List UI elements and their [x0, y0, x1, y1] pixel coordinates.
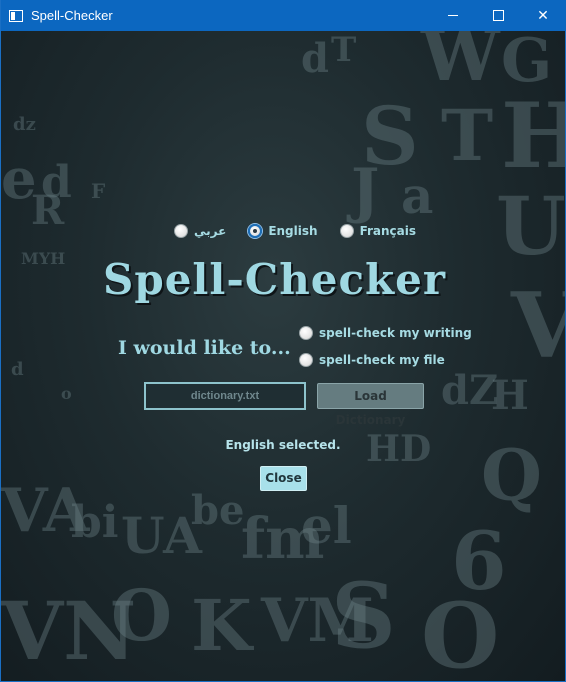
background-letter: be — [191, 487, 245, 534]
main-panel: d T W G S T H J a U V dz e d R F MYH d o… — [1, 31, 565, 681]
background-letter: d — [11, 359, 24, 380]
background-letter: el — [301, 496, 352, 555]
language-radio-french[interactable] — [339, 224, 354, 238]
background-letter: H — [491, 372, 529, 419]
page-title: Spell-Checker — [103, 255, 446, 304]
background-letter: H — [501, 83, 565, 189]
background-letter: K — [191, 584, 252, 667]
minimize-button[interactable] — [430, 0, 476, 31]
option-label-file: spell-check my file — [319, 353, 445, 367]
background-letter: V — [511, 273, 565, 379]
background-letter: d — [301, 35, 329, 82]
window-title: Spell-Checker — [31, 8, 113, 23]
background-letter: S — [331, 563, 396, 669]
background-letter: dz — [13, 114, 36, 135]
load-dictionary-button[interactable]: Load Dictionary — [317, 383, 424, 427]
option-spell-check-writing[interactable]: spell-check my writing — [299, 326, 472, 340]
language-radio-english[interactable] — [248, 224, 263, 238]
background-letter: W — [421, 31, 500, 97]
background-letter: U — [496, 179, 565, 273]
language-label-arabic: عربي — [194, 224, 227, 238]
language-radio-arabic[interactable] — [174, 224, 188, 238]
option-radio-writing[interactable] — [299, 326, 313, 340]
background-letter: J — [351, 156, 380, 226]
background-letter: T — [331, 31, 357, 70]
close-button[interactable]: Close — [260, 466, 307, 491]
option-radio-file[interactable] — [299, 353, 313, 367]
background-letter: dZ — [441, 367, 499, 414]
background-letter: MYH — [21, 249, 66, 268]
close-window-button[interactable]: ✕ — [520, 0, 566, 31]
background-letter: G — [501, 31, 553, 96]
language-label-french: Français — [359, 224, 417, 238]
app-window: Spell-Checker ✕ d T W G S T H J a U V dz… — [0, 0, 566, 682]
background-letter: F — [91, 179, 106, 203]
close-icon: ✕ — [537, 7, 549, 23]
action-prompt: I would like to... — [118, 337, 291, 359]
language-option-english[interactable]: English — [248, 224, 318, 238]
background-letter: T — [441, 94, 494, 177]
title-bar[interactable]: Spell-Checker ✕ — [1, 0, 566, 31]
dictionary-field[interactable]: dictionary.txt — [144, 382, 306, 410]
background-letter: a — [401, 166, 434, 225]
background-letter: O — [421, 583, 500, 681]
language-option-french[interactable]: Français — [339, 224, 417, 238]
background-letter: R — [31, 187, 65, 234]
background-letter: o — [61, 384, 72, 403]
language-selector: عربي English Français — [174, 224, 438, 238]
status-message: English selected. — [225, 438, 341, 452]
background-letter: bi — [71, 497, 119, 548]
background-letter: UA — [121, 506, 202, 565]
window-app-icon — [9, 9, 23, 22]
language-option-arabic[interactable]: عربي — [174, 224, 226, 238]
background-letter: O — [111, 574, 172, 657]
option-spell-check-file[interactable]: spell-check my file — [299, 353, 445, 367]
option-label-writing: spell-check my writing — [319, 326, 472, 340]
maximize-button[interactable] — [475, 0, 521, 31]
maximize-icon — [492, 10, 504, 21]
minimize-icon — [448, 15, 458, 16]
language-label-english: English — [268, 224, 318, 238]
